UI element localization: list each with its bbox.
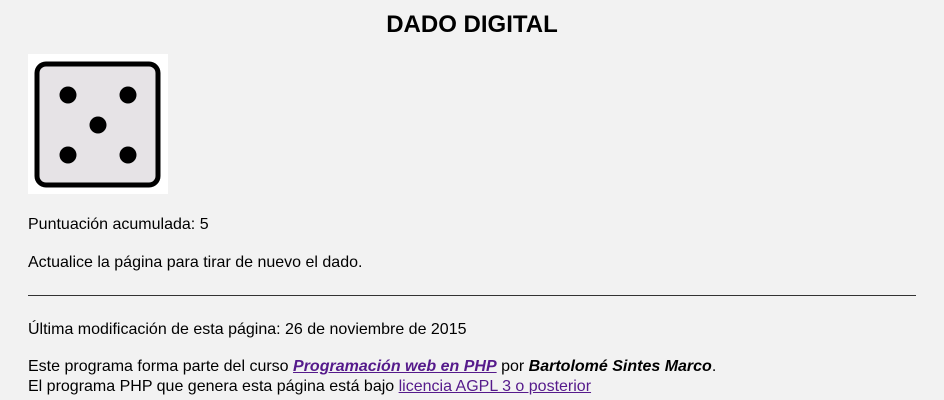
license-prefix: El programa PHP que genera esta página e… xyxy=(28,378,395,395)
last-modified: Última modificación de esta página: 26 d… xyxy=(28,320,467,340)
license-link[interactable]: licencia AGPL 3 o posterior xyxy=(399,378,591,395)
modified-label: Última modificación de esta página: xyxy=(28,321,281,338)
course-link[interactable]: Programación web en PHP xyxy=(293,358,497,375)
dice-pip-bottom-left xyxy=(59,146,77,164)
by-text: por xyxy=(501,358,525,375)
author-name: Bartolomé Sintes Marco xyxy=(528,358,712,375)
course-prefix: Este programa forma parte del curso xyxy=(28,358,289,375)
score-label: Puntuación acumulada: xyxy=(28,216,196,233)
dice-image xyxy=(28,54,168,194)
dice-five-icon xyxy=(34,61,161,188)
page-title: DADO DIGITAL xyxy=(386,11,558,38)
course-line: Este programa forma parte del curso Prog… xyxy=(28,357,716,377)
dice-pip-top-left xyxy=(59,86,77,104)
score-text: Puntuación acumulada: 5 xyxy=(28,215,209,235)
period-text: . xyxy=(711,358,717,375)
score-value: 5 xyxy=(199,216,209,233)
dice-pip-top-right xyxy=(119,86,137,104)
footer-divider xyxy=(28,295,916,296)
page: DADO DIGITAL Puntuación acumulada: 5 Act… xyxy=(0,0,944,400)
license-line: El programa PHP que genera esta página e… xyxy=(28,377,591,397)
instructions-text: Actualice la página para tirar de nuevo … xyxy=(28,254,363,271)
modified-date: 26 de noviembre de 2015 xyxy=(285,321,467,338)
dice-pip-center xyxy=(89,116,107,134)
dice-pip-bottom-right xyxy=(119,146,137,164)
